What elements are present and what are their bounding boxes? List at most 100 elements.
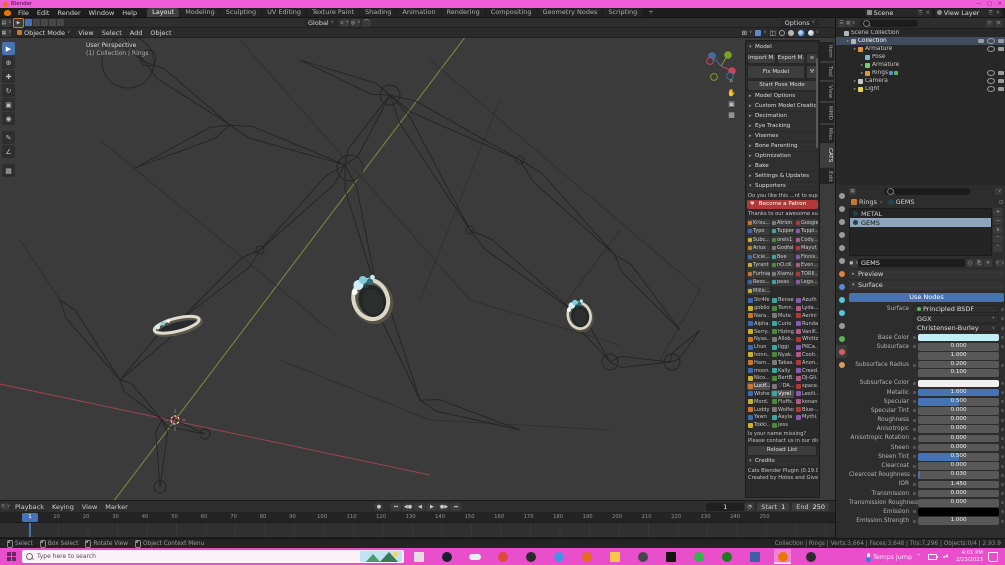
timeline-menu-view[interactable]: View (78, 503, 101, 511)
decorator-dot[interactable] (913, 482, 916, 486)
select-mode-tweak[interactable] (25, 19, 32, 26)
hide-viewport-icon[interactable] (987, 78, 995, 84)
supporter-name-fluffs[interactable]: Fluffs. (771, 398, 794, 406)
snap-magnet-icon[interactable]: ∪ ∨ (340, 18, 350, 27)
taskbar-icon-code-editor[interactable] (662, 549, 679, 564)
workspace-tab-scripting[interactable]: Scripting (603, 8, 643, 17)
material-browse-icon[interactable]: ● ∨ (849, 259, 859, 267)
properties-tab-view-layer[interactable] (836, 228, 847, 241)
maximize-button[interactable]: ▢ (987, 0, 992, 8)
breadcrumb-object[interactable]: Rings (859, 198, 877, 206)
slot-move-up-button[interactable]: ˄ (993, 235, 1003, 243)
field-color-swatch[interactable] (918, 379, 999, 388)
sidebar-tab-misc[interactable]: Misc (820, 124, 834, 144)
tool-cursor[interactable]: ⊕ (2, 56, 15, 69)
supporter-name-moon[interactable]: moon. (747, 367, 770, 375)
supporter-name-nyak[interactable]: Nyak... (771, 351, 794, 359)
section-bone-parenting[interactable]: Bone Parenting (747, 142, 818, 151)
decorator-dot[interactable] (913, 519, 916, 523)
viewport-menu-select[interactable]: Select (98, 29, 126, 37)
tool-transform[interactable]: ◉ (2, 112, 15, 125)
decorator-dot[interactable] (913, 381, 916, 385)
taskbar-icon-game-capsule[interactable] (466, 549, 483, 564)
properties-tab-physics[interactable] (836, 306, 847, 319)
taskbar-icon-file-explorer[interactable] (606, 549, 623, 564)
active-tool-icon[interactable]: ▶ (13, 17, 24, 28)
outliner-row-armature[interactable]: ▸ Armature (836, 45, 1005, 53)
supporter-badge-lego[interactable]: Lego... (795, 278, 818, 286)
disable-render-icon[interactable] (998, 87, 1004, 91)
supporter-name-dj-gli[interactable]: DJ-Gli... (795, 374, 818, 382)
supporter-name-mord[interactable]: Mord. (747, 398, 770, 406)
close-button[interactable]: ✕ (998, 0, 1002, 8)
supporter-name-serry[interactable]: Serry... (747, 328, 770, 336)
select-mode-lasso[interactable] (49, 19, 56, 26)
menu-file[interactable]: File (14, 9, 33, 17)
taskbar-icon-geforce[interactable] (690, 549, 707, 564)
supporter-name-vyrel[interactable]: Vyrel (771, 390, 794, 398)
animate-dot[interactable] (1001, 409, 1004, 413)
supporter-name-wolfed[interactable]: Wolfed (771, 406, 794, 414)
reload-list-button[interactable]: Reload List (747, 445, 817, 457)
timeline-editor-type-icon[interactable]: ◷ ∨ (1, 503, 10, 510)
disable-render-icon[interactable] (998, 79, 1004, 83)
outliner-row-armature[interactable]: ▸ Armature (836, 61, 1005, 69)
decorator-dot[interactable] (913, 446, 916, 450)
sidebar-tab-view[interactable]: View (820, 81, 834, 101)
outliner-display-mode-icon[interactable]: ▤ ∨ (846, 19, 855, 27)
supporter-badge-even[interactable]: Even... (795, 261, 818, 269)
tool-move[interactable]: ✚ (2, 70, 15, 83)
remove-slot-button[interactable]: − (993, 217, 1003, 225)
disable-render-icon[interactable] (998, 39, 1004, 43)
pan-hand-icon[interactable]: ✋ (726, 87, 737, 98)
supporter-badge-subc[interactable]: Subc... (747, 236, 770, 244)
decorator-dot[interactable] (913, 400, 916, 404)
field-color-swatch[interactable] (918, 333, 999, 342)
properties-tab-output[interactable] (836, 215, 847, 228)
workspace-tab-texture-paint[interactable]: Texture Paint (307, 8, 360, 17)
menu-edit[interactable]: Edit (33, 9, 54, 17)
supporter-name-luddy[interactable]: Luddy (747, 406, 770, 414)
supporter-badge-typo[interactable]: Typo (747, 227, 770, 235)
select-mode-box[interactable] (33, 19, 40, 26)
properties-tab-world[interactable] (836, 254, 847, 267)
surface-shader-dropdown[interactable]: Principled BSDF (913, 305, 999, 313)
supporter-badge-bee[interactable]: Bee (771, 253, 794, 261)
navigation-gizmo[interactable] (698, 44, 746, 92)
animate-dot[interactable] (1001, 510, 1004, 514)
import-model-button[interactable]: Import M... (747, 53, 776, 64)
animate-dot[interactable] (1001, 363, 1004, 367)
decorator-dot[interactable] (913, 391, 916, 395)
decorator-dot[interactable] (913, 510, 916, 514)
tool-add-cube[interactable]: ▦ (2, 164, 15, 177)
supporter-name-ham[interactable]: Ham... (747, 359, 770, 367)
sidebar-tab-tool[interactable]: Tool (820, 62, 834, 80)
supporter-name-tokki[interactable]: Tokki... (747, 421, 770, 429)
field-color-swatch[interactable] (918, 508, 999, 516)
workspace-tab-sculpting[interactable]: Sculpting (220, 8, 262, 17)
properties-tab-render[interactable] (836, 202, 847, 215)
playback-prev-keyframe[interactable]: ◀● (402, 502, 414, 511)
workspace-tab-modeling[interactable]: Modeling (180, 8, 220, 17)
workspace-tab-rendering[interactable]: Rendering (441, 8, 485, 17)
decorator-dot[interactable] (913, 464, 916, 468)
animate-dot[interactable] (1001, 501, 1004, 505)
material-slot-gems[interactable]: GEMS (850, 218, 991, 227)
supporter-name-nyas[interactable]: Nyas... (747, 335, 770, 343)
select-mode-circle[interactable] (41, 19, 48, 26)
start-button[interactable] (0, 548, 22, 565)
section-model[interactable]: Model (747, 43, 818, 52)
properties-tab-constraints[interactable] (836, 319, 847, 332)
playback-jump-to-end[interactable]: ⏭ (450, 502, 462, 511)
tool-measure[interactable]: ∠ (2, 145, 15, 158)
decorator-dot[interactable] (913, 501, 916, 505)
shading-rendered-button[interactable]: ∨ (807, 29, 819, 36)
shading-solid-button[interactable] (787, 29, 794, 36)
supporter-badge-torii[interactable]: TORII... (795, 270, 818, 278)
taskbar-icon-gog-galaxy[interactable] (634, 549, 651, 564)
field-slider[interactable]: 0.000 (918, 407, 999, 415)
supporter-name-kally[interactable]: Kally (771, 367, 794, 375)
screen-toggle-icon[interactable] (978, 39, 984, 43)
minimize-button[interactable]: — (976, 0, 981, 8)
supporter-name-lexiii[interactable]: Lexiii... (795, 390, 818, 398)
